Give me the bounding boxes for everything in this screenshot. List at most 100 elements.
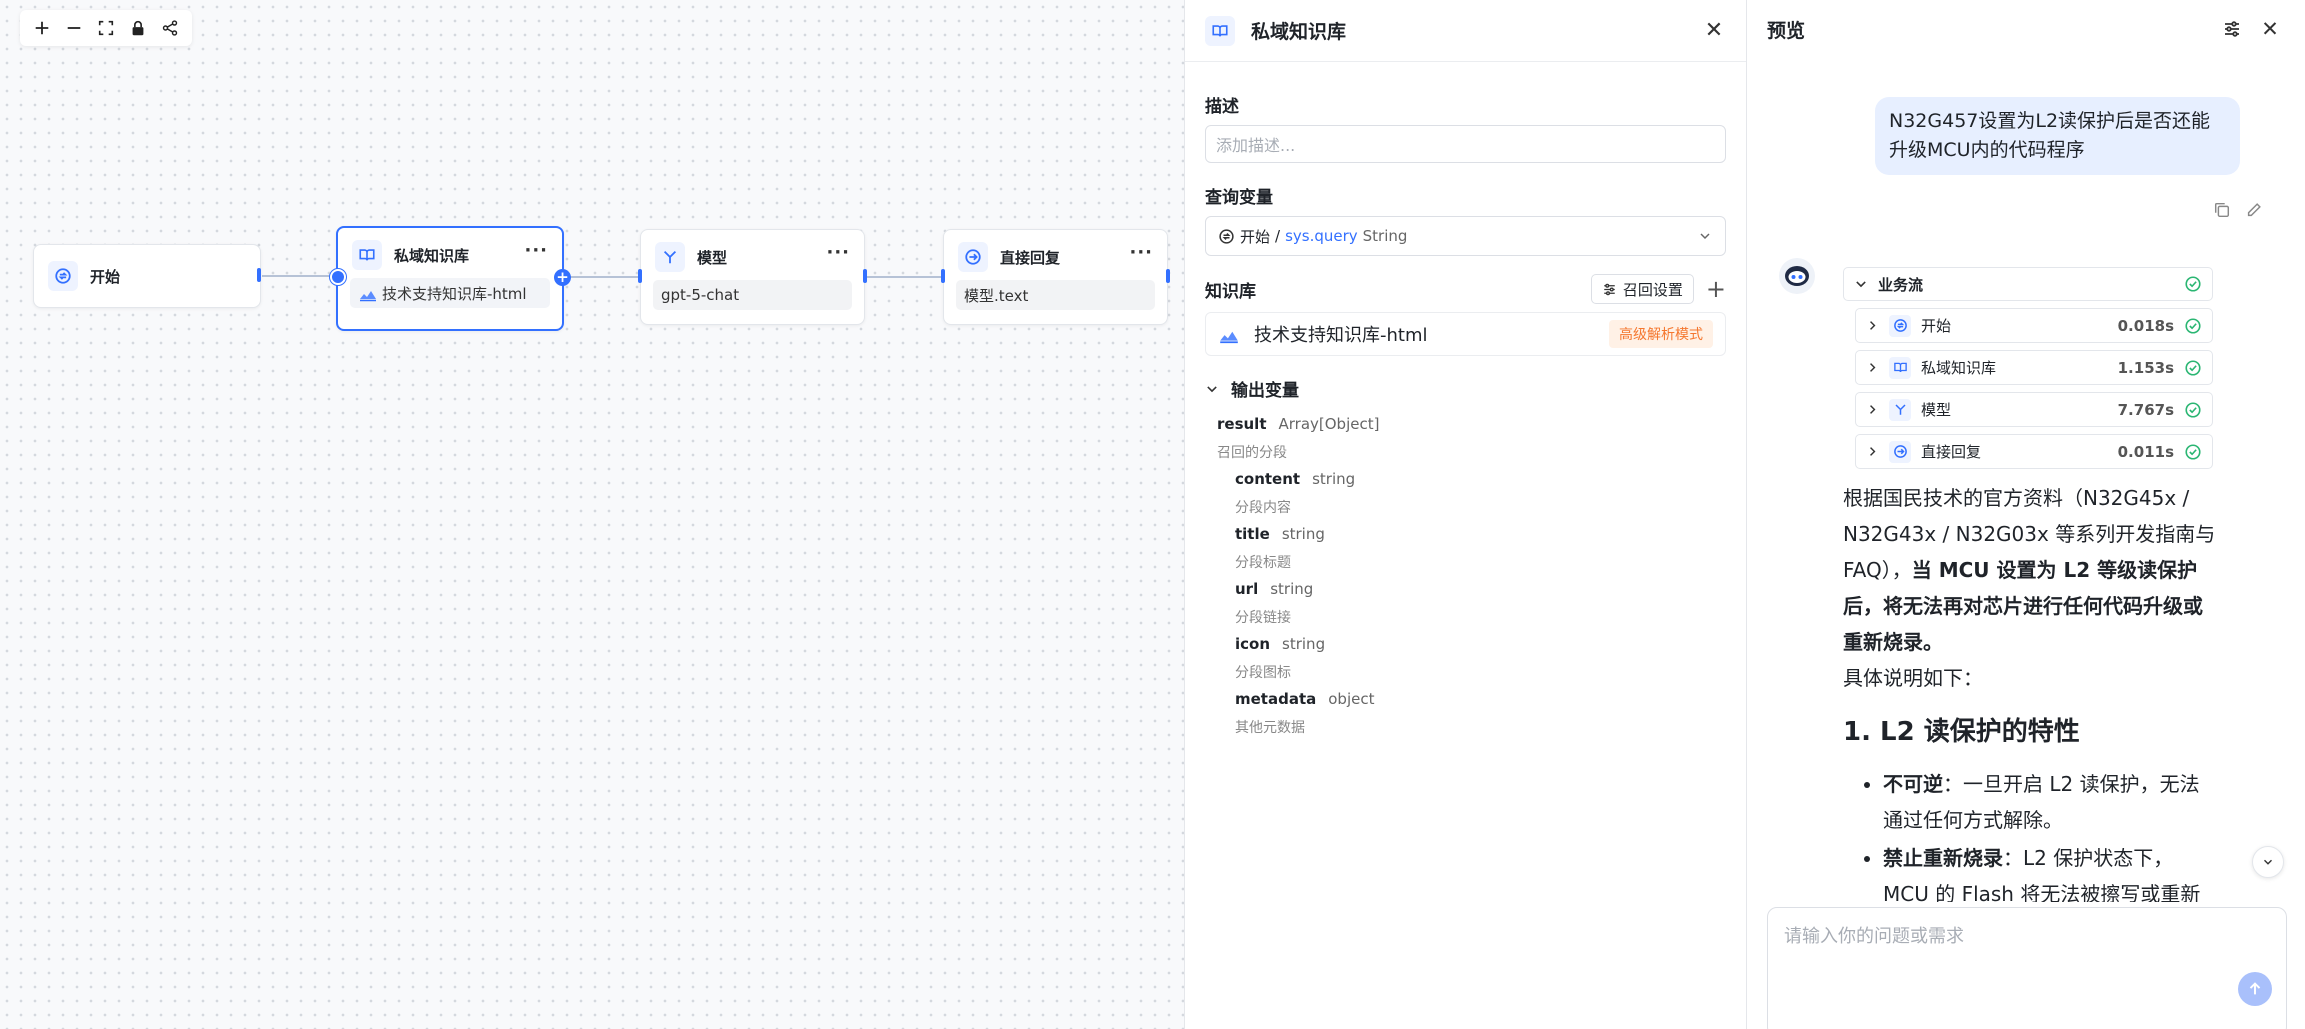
chevron-right-icon bbox=[1870, 405, 1876, 414]
more-icon[interactable]: ··· bbox=[524, 242, 548, 264]
step-name: 模型 bbox=[1921, 401, 1952, 419]
recall-settings-button[interactable]: 召回设置 bbox=[1590, 274, 1694, 304]
scroll-down-button[interactable] bbox=[2252, 846, 2284, 878]
start-icon bbox=[1889, 314, 1911, 337]
step-time: 1.153s bbox=[2117, 358, 2174, 377]
kb-add-next-button[interactable]: + bbox=[554, 269, 571, 286]
var-name: content bbox=[1235, 470, 1301, 488]
var-desc: 分段图标 bbox=[1235, 665, 1291, 681]
close-icon[interactable]: ✕ bbox=[2255, 14, 2285, 44]
reply-icon bbox=[958, 242, 988, 272]
var-desc: 其他元数据 bbox=[1235, 720, 1305, 736]
workflow-trace: 业务流 开始 0.018s 私域知识库 1.153s 模型 7.767s 直接回… bbox=[1843, 267, 2213, 469]
recall-settings-label: 召回设置 bbox=[1622, 280, 1683, 299]
reply-icon bbox=[1889, 440, 1911, 463]
var-type: string bbox=[1270, 580, 1314, 598]
user-message: N32G457设置为L2读保护后是否还能升级MCU内的代码程序 bbox=[1875, 97, 2240, 175]
kb-mode-badge: 高级解析模式 bbox=[1609, 320, 1713, 348]
var-desc: 召回的分段 bbox=[1217, 445, 1287, 461]
var-desc: 分段链接 bbox=[1235, 610, 1291, 626]
node-direct-reply[interactable]: 直接回复 ··· 模型.text bbox=[943, 229, 1168, 325]
answer-bold-text: 不可逆 bbox=[1883, 772, 1943, 796]
var-desc: 分段标题 bbox=[1235, 555, 1291, 571]
edit-icon[interactable] bbox=[2245, 201, 2263, 219]
close-icon[interactable]: ✕ bbox=[1702, 18, 1726, 43]
var-name: url bbox=[1235, 580, 1259, 598]
chevron-down-icon bbox=[2264, 859, 2272, 865]
reply-input-port[interactable] bbox=[941, 269, 945, 283]
reply-output-port[interactable] bbox=[1166, 269, 1170, 283]
more-icon[interactable]: ··· bbox=[826, 244, 850, 266]
step-time: 7.767s bbox=[2117, 400, 2174, 419]
workflow-canvas[interactable]: 开始 私域知识库 ··· 技术支持知识库-html + 模型 ··· gpt-5… bbox=[0, 0, 1185, 1029]
query-var-label: 查询变量 bbox=[1205, 188, 1273, 208]
kb-input-port[interactable] bbox=[330, 269, 346, 285]
query-variable-select[interactable]: 开始 / sys.query String bbox=[1205, 216, 1726, 256]
book-icon bbox=[352, 240, 382, 270]
node-body-text: 技术支持知识库-html bbox=[382, 284, 527, 303]
output-vars-toggle[interactable]: 输出变量 bbox=[1185, 376, 1746, 401]
preview-panel: 预览 ✕ N32G457设置为L2读保护后是否还能升级MCU内的代码程序 业务流… bbox=[1747, 0, 2305, 1029]
step-time: 0.018s bbox=[2117, 316, 2174, 335]
model-output-port[interactable] bbox=[863, 269, 867, 283]
more-icon[interactable]: ··· bbox=[1129, 244, 1153, 266]
success-check-icon bbox=[2184, 443, 2202, 461]
fit-view-icon[interactable] bbox=[90, 12, 122, 44]
message-actions bbox=[2213, 201, 2263, 219]
description-input[interactable]: 添加描述... bbox=[1205, 125, 1726, 163]
answer-paragraph: 根据国民技术的官方资料（N32G45x / N32G43x / N32G03x … bbox=[1843, 480, 2218, 660]
workflow-step[interactable]: 模型 7.767s bbox=[1855, 392, 2213, 427]
chevron-down-icon bbox=[1856, 281, 1866, 288]
query-node-name: 开始 bbox=[1240, 227, 1271, 246]
edge-kb-model bbox=[568, 276, 640, 278]
node-model[interactable]: 模型 ··· gpt-5-chat bbox=[640, 229, 865, 325]
workflow-step[interactable]: 直接回复 0.011s bbox=[1855, 434, 2213, 469]
node-start[interactable]: 开始 bbox=[33, 244, 261, 308]
zoom-in-icon[interactable] bbox=[26, 12, 58, 44]
chat-input[interactable]: 请输入你的问题或需求 bbox=[1767, 907, 2287, 1029]
node-title: 模型 bbox=[697, 248, 728, 267]
answer-heading: 1. L2 读保护的特性 bbox=[1843, 717, 2080, 747]
node-title: 直接回复 bbox=[1000, 248, 1061, 267]
var-name: title bbox=[1235, 525, 1270, 543]
settings-sliders-icon[interactable] bbox=[2217, 14, 2247, 44]
answer-list-item: 不可逆：一旦开启 L2 读保护，无法通过任何方式解除。 bbox=[1883, 766, 2218, 838]
node-body-text: gpt-5-chat bbox=[661, 286, 740, 304]
node-knowledge-base[interactable]: 私域知识库 ··· 技术支持知识库-html bbox=[336, 226, 564, 331]
answer-list: 不可逆：一旦开启 L2 读保护，无法通过任何方式解除。 禁止重新烧录：L2 保护… bbox=[1843, 766, 2218, 902]
node-config-panel: 私域知识库 ✕ 描述 添加描述... 查询变量 开始 / sys.query S… bbox=[1185, 0, 1747, 1029]
chevron-down-icon bbox=[1207, 385, 1217, 392]
canvas-toolbar bbox=[20, 10, 192, 46]
var-type: string bbox=[1312, 470, 1356, 488]
model-input-port[interactable] bbox=[638, 269, 642, 283]
step-name: 直接回复 bbox=[1921, 443, 1982, 461]
sliders-icon bbox=[1604, 283, 1615, 295]
node-title: 开始 bbox=[90, 267, 121, 286]
success-check-icon bbox=[2184, 359, 2202, 377]
add-kb-icon[interactable]: + bbox=[1706, 277, 1726, 301]
workflow-step[interactable]: 开始 0.018s bbox=[1855, 308, 2213, 343]
answer-bold-text: 禁止重新烧录 bbox=[1883, 846, 2003, 870]
workflow-step[interactable]: 私域知识库 1.153s bbox=[1855, 350, 2213, 385]
lock-icon[interactable] bbox=[122, 12, 154, 44]
var-name: result bbox=[1217, 415, 1267, 433]
copy-icon[interactable] bbox=[2213, 201, 2231, 219]
query-var-type: String bbox=[1362, 227, 1408, 245]
chevron-right-icon bbox=[1870, 363, 1876, 372]
bot-icon bbox=[1785, 266, 1809, 286]
book-icon bbox=[1889, 356, 1911, 379]
step-name: 开始 bbox=[1921, 317, 1952, 335]
desc-label: 描述 bbox=[1205, 97, 1239, 117]
workflow-trace-header[interactable]: 业务流 bbox=[1843, 267, 2213, 301]
var-desc: 分段内容 bbox=[1235, 500, 1291, 516]
start-output-port[interactable] bbox=[257, 268, 261, 282]
share-icon[interactable] bbox=[154, 12, 186, 44]
zoom-out-icon[interactable] bbox=[58, 12, 90, 44]
node-title: 私域知识库 bbox=[394, 246, 470, 265]
send-button[interactable] bbox=[2238, 972, 2272, 1006]
query-separator: / bbox=[1275, 227, 1281, 245]
kb-item[interactable]: 技术支持知识库-html 高级解析模式 bbox=[1205, 312, 1726, 356]
var-type: string bbox=[1282, 635, 1326, 653]
success-check-icon bbox=[2184, 401, 2202, 419]
start-icon bbox=[1219, 228, 1234, 244]
